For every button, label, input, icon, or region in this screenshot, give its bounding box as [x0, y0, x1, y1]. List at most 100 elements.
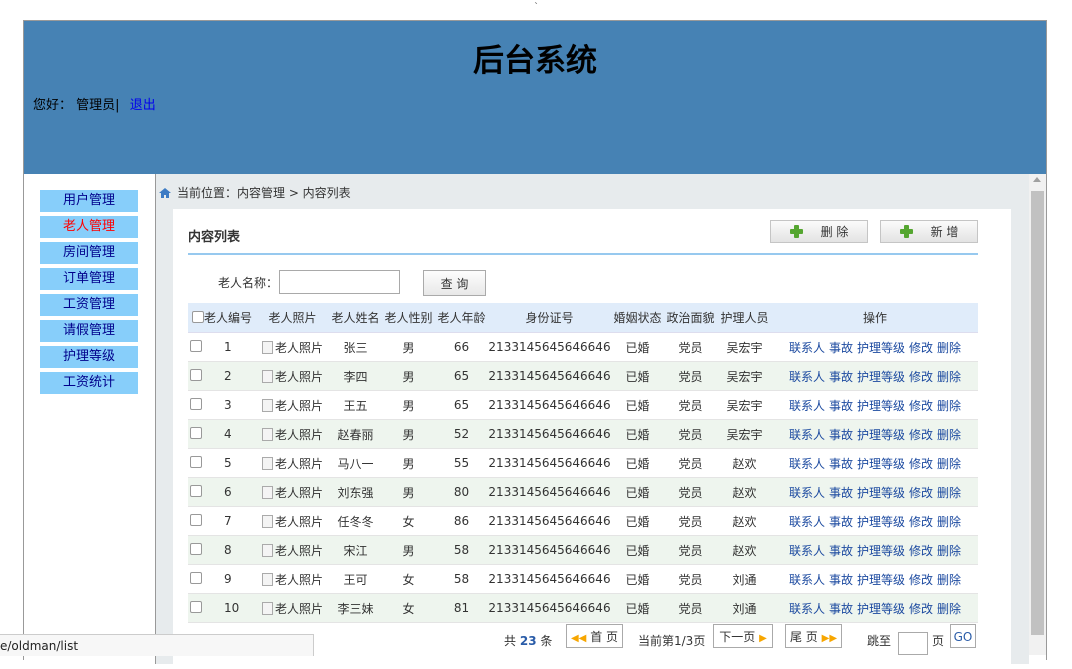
cell-idcard: 2133145645646646 — [488, 535, 611, 565]
sidebar-item[interactable]: 护理等级 — [40, 346, 138, 368]
elder-id: 10 — [224, 601, 240, 615]
broken-image-icon — [261, 369, 273, 383]
logout-link[interactable]: 退出 — [130, 98, 156, 113]
row-action-link[interactable]: 护理等级 — [857, 457, 905, 471]
sidebar-item[interactable]: 房间管理 — [40, 242, 138, 264]
cell-name: 王可 — [329, 564, 382, 594]
row-action-link[interactable]: 事故 — [829, 544, 853, 558]
scroll-up-icon[interactable] — [1033, 177, 1041, 182]
row-action-link[interactable]: 修改 — [909, 399, 933, 413]
sidebar-item[interactable]: 用户管理 — [40, 190, 138, 212]
row-action-link[interactable]: 修改 — [909, 486, 933, 500]
row-action-link[interactable]: 联系人 — [789, 399, 825, 413]
row-checkbox[interactable] — [190, 369, 202, 381]
row-action-link[interactable]: 删除 — [937, 573, 961, 587]
sidebar-item[interactable]: 请假管理 — [40, 320, 138, 342]
row-action-link[interactable]: 修改 — [909, 341, 933, 355]
row-action-link[interactable]: 护理等级 — [857, 573, 905, 587]
cell-political: 党员 — [664, 448, 717, 478]
last-page-button[interactable]: 尾 页 ▶▶ — [785, 624, 842, 648]
delete-button[interactable]: 删 除 — [770, 220, 868, 243]
row-action-link[interactable]: 护理等级 — [857, 486, 905, 500]
row-checkbox[interactable] — [190, 340, 202, 352]
row-action-link[interactable]: 修改 — [909, 544, 933, 558]
column-header: 老人编号 — [188, 303, 256, 333]
greeting-label: 您好： — [33, 98, 73, 113]
row-action-link[interactable]: 删除 — [937, 515, 961, 529]
row-action-link[interactable]: 事故 — [829, 428, 853, 442]
row-action-link[interactable]: 护理等级 — [857, 544, 905, 558]
row-action-link[interactable]: 事故 — [829, 573, 853, 587]
row-checkbox[interactable] — [190, 456, 202, 468]
row-checkbox[interactable] — [190, 485, 202, 497]
row-action-link[interactable]: 修改 — [909, 370, 933, 384]
row-action-link[interactable]: 事故 — [829, 341, 853, 355]
row-action-link[interactable]: 联系人 — [789, 602, 825, 616]
row-action-link[interactable]: 删除 — [937, 341, 961, 355]
row-checkbox[interactable] — [190, 543, 202, 555]
row-action-link[interactable]: 事故 — [829, 457, 853, 471]
row-action-link[interactable]: 联系人 — [789, 457, 825, 471]
broken-image-icon — [261, 427, 273, 441]
row-action-link[interactable]: 联系人 — [789, 515, 825, 529]
vertical-scrollbar[interactable] — [1029, 174, 1046, 655]
row-action-link[interactable]: 修改 — [909, 602, 933, 616]
elder-id: 1 — [224, 340, 232, 354]
select-all-checkbox[interactable] — [191, 311, 204, 323]
row-action-link[interactable]: 修改 — [909, 457, 933, 471]
broken-image-icon — [261, 572, 273, 586]
row-action-link[interactable]: 修改 — [909, 573, 933, 587]
row-action-link[interactable]: 删除 — [937, 544, 961, 558]
scrollbar-thumb[interactable] — [1031, 191, 1044, 635]
row-action-link[interactable]: 护理等级 — [857, 602, 905, 616]
row-action-link[interactable]: 联系人 — [789, 341, 825, 355]
row-action-link[interactable]: 删除 — [937, 602, 961, 616]
row-checkbox[interactable] — [190, 601, 202, 613]
sidebar-item[interactable]: 工资管理 — [40, 294, 138, 316]
next-page-button[interactable]: 下一页 ▶ — [713, 624, 773, 648]
row-action-link[interactable]: 护理等级 — [857, 428, 905, 442]
row-action-link[interactable]: 联系人 — [789, 544, 825, 558]
photo-alt-text: 老人照片 — [274, 340, 323, 355]
row-action-link[interactable]: 护理等级 — [857, 515, 905, 529]
first-page-button[interactable]: ◀◀ 首 页 — [566, 624, 623, 648]
sidebar-item[interactable]: 订单管理 — [40, 268, 138, 290]
row-action-link[interactable]: 事故 — [829, 370, 853, 384]
row-action-link[interactable]: 删除 — [937, 457, 961, 471]
jump-page-input[interactable] — [898, 632, 928, 655]
row-action-link[interactable]: 联系人 — [789, 573, 825, 587]
search-button[interactable]: 查 询 — [423, 270, 486, 296]
row-action-link[interactable]: 删除 — [937, 486, 961, 500]
row-action-link[interactable]: 事故 — [829, 399, 853, 413]
row-action-link[interactable]: 事故 — [829, 486, 853, 500]
cell-actions: 联系人 事故 护理等级 修改 删除 — [772, 477, 978, 507]
cell-marital: 已婚 — [611, 593, 664, 623]
add-button[interactable]: 新 增 — [880, 220, 978, 243]
cell-name: 任冬冬 — [329, 506, 382, 536]
column-header-label: 老人照片 — [268, 311, 317, 325]
sidebar-item[interactable]: 老人管理 — [40, 216, 138, 238]
row-action-link[interactable]: 删除 — [937, 370, 961, 384]
row-action-link[interactable]: 删除 — [937, 399, 961, 413]
row-action-link[interactable]: 联系人 — [789, 428, 825, 442]
row-checkbox[interactable] — [190, 514, 202, 526]
cell-idcard: 2133145645646646 — [488, 361, 611, 391]
sidebar-item[interactable]: 工资统计 — [40, 372, 138, 394]
row-checkbox[interactable] — [190, 398, 202, 410]
go-button[interactable]: GO — [950, 624, 976, 648]
row-action-link[interactable]: 护理等级 — [857, 399, 905, 413]
row-action-link[interactable]: 联系人 — [789, 370, 825, 384]
row-action-link[interactable]: 修改 — [909, 428, 933, 442]
row-action-link[interactable]: 修改 — [909, 515, 933, 529]
row-action-link[interactable]: 护理等级 — [857, 341, 905, 355]
search-input[interactable] — [279, 270, 400, 294]
cell-gender: 女 — [382, 593, 435, 623]
row-checkbox[interactable] — [190, 572, 202, 584]
row-action-link[interactable]: 删除 — [937, 428, 961, 442]
cell-nurse: 赵欢 — [717, 477, 772, 507]
row-action-link[interactable]: 事故 — [829, 515, 853, 529]
row-action-link[interactable]: 事故 — [829, 602, 853, 616]
row-checkbox[interactable] — [190, 427, 202, 439]
row-action-link[interactable]: 联系人 — [789, 486, 825, 500]
row-action-link[interactable]: 护理等级 — [857, 370, 905, 384]
